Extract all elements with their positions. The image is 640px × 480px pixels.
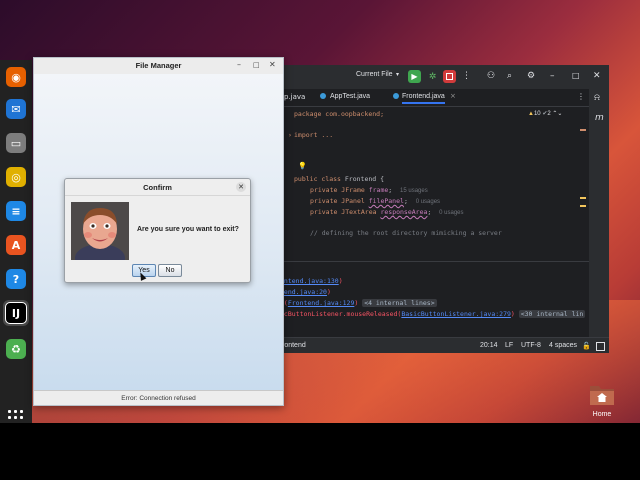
show-apps-icon[interactable] [8, 410, 24, 422]
stacktrace-line: d(Frontend.java:129) <4 internal lines> [280, 299, 437, 307]
thunderbird-icon[interactable]: ✉ [3, 96, 29, 122]
ide-window: Current File ▾ ▶ ✲ ⋮ ⚇ ⌕ ⚙ – □ ✕ p.java … [280, 65, 609, 353]
internal-lines-fold[interactable]: <30 internal lin [518, 310, 586, 318]
run-config-selector[interactable]: Current File [356, 71, 393, 78]
indent-setting[interactable]: 4 spaces [549, 342, 577, 349]
notifications-icon[interactable]: ⍾ [594, 93, 600, 103]
status-label: Error: Connection refused [34, 390, 283, 405]
chevron-down-icon[interactable]: ⌄ [557, 111, 562, 117]
minimize-icon[interactable]: – [550, 70, 555, 82]
search-icon[interactable]: ⌕ [507, 70, 512, 82]
minimize-icon[interactable]: – [237, 60, 241, 69]
code-field-type: private JPanel [310, 197, 369, 205]
internal-lines-fold[interactable]: <4 internal lines> [362, 299, 437, 307]
maven-icon[interactable]: m [595, 113, 604, 123]
fold-icon[interactable]: › [288, 131, 292, 139]
tab-p-java[interactable]: p.java [284, 93, 305, 101]
dialog-title: Confirm [143, 183, 172, 192]
ide-status-bar: rontend 20:14 LF UTF-8 4 spaces 🔓 [280, 337, 609, 353]
stacktrace-line: tend.java:20) [280, 288, 331, 296]
dialog-message: Are you sure you want to exit? [137, 226, 239, 233]
more-icon[interactable]: ⋮ [462, 70, 471, 82]
intellij-icon[interactable]: IJ [3, 300, 29, 326]
memory-indicator-icon[interactable] [596, 342, 605, 351]
code-editor[interactable]: ▲10 ✔2 ⌃⌄ package com.oopbackend; › impor… [280, 107, 589, 243]
letterbox-bar [0, 423, 640, 480]
lock-icon[interactable]: 🔓 [582, 342, 591, 350]
dialog-title-bar[interactable]: Confirm ✕ [65, 179, 250, 196]
tab-close-icon[interactable]: × [450, 92, 456, 100]
home-folder-label[interactable]: Home [584, 411, 620, 418]
ide-toolbar: Current File ▾ ▶ ✲ ⋮ ⚇ ⌕ ⚙ – □ ✕ [280, 65, 609, 89]
run-console[interactable]: ontend.java:130) tend.java:20) d(Fronten… [280, 261, 589, 338]
help-icon[interactable]: ? [3, 266, 29, 292]
writer-icon[interactable]: ≡ [3, 198, 29, 224]
stacktrace-line: icButtonListener.mouseReleased(BasicButt… [280, 310, 586, 318]
maximize-icon[interactable]: □ [253, 61, 260, 69]
editor-tabs: p.java AppTest.java Frontend.java × ⋮ [280, 89, 589, 107]
stacktrace-link[interactable]: tend.java:20 [280, 288, 327, 296]
rhythmbox-icon[interactable]: ◎ [3, 164, 29, 190]
code-field-name: responseArea [380, 208, 428, 216]
right-tool-strip: ⍾ m [589, 89, 609, 353]
file-encoding[interactable]: UTF-8 [521, 342, 541, 349]
home-folder-icon[interactable] [589, 382, 615, 406]
code-field-name: filePanel [368, 197, 404, 205]
app-center-icon[interactable]: A [3, 232, 29, 258]
run-button[interactable]: ▶ [408, 70, 421, 83]
dock: ◉ ✉ ▭ ◎ ≡ A? IJ ♻ [0, 60, 32, 423]
trash-icon[interactable]: ♻ [3, 336, 29, 362]
code-field-name: frame [368, 186, 389, 194]
confirm-dialog: Confirm ✕ Are you sure you want to exit?… [64, 178, 251, 283]
close-icon[interactable]: ✕ [593, 70, 601, 82]
code-field-type: private JTextArea [310, 208, 381, 216]
close-icon[interactable]: ✕ [236, 182, 246, 192]
add-user-icon[interactable]: ⚇ [487, 70, 495, 82]
code-class-keyword: public class [294, 175, 341, 183]
breadcrumb[interactable]: rontend [282, 342, 306, 349]
stop-button[interactable] [443, 70, 456, 83]
title-bar[interactable]: File Manager – □ ✕ [34, 58, 283, 75]
dialog-image [71, 202, 129, 260]
tabs-menu-icon[interactable]: ⋮ [577, 92, 585, 101]
stacktrace-link[interactable]: BasicButtonListener.java:279 [401, 310, 511, 318]
code-field-type: private JFrame [310, 186, 369, 194]
close-icon[interactable]: ✕ [269, 60, 276, 69]
stacktrace-link[interactable]: Frontend.java:129 [288, 299, 355, 307]
desktop: ◉ ✉ ▭ ◎ ≡ A? IJ ♻ Current File ▾ ▶ ✲ ⋮ ⚇ ⌕ ⚙ – … [0, 0, 640, 423]
code-comment: // defining the root directory mimicking… [310, 229, 502, 237]
java-file-icon [320, 93, 326, 99]
java-file-icon [393, 93, 399, 99]
warnings-count: 10 [533, 111, 541, 117]
files-icon[interactable]: ▭ [3, 130, 29, 156]
firefox-icon[interactable]: ◉ [3, 64, 29, 90]
code-import-line: import ... [294, 131, 334, 139]
caret-position[interactable]: 20:14 [480, 342, 498, 349]
code-package-line: package com.oopbackend; [294, 110, 385, 118]
usages-hint[interactable]: 0 usages [439, 210, 463, 216]
code-class-name: Frontend { [344, 175, 385, 183]
debug-button[interactable]: ✲ [426, 70, 439, 83]
line-separator[interactable]: LF [505, 342, 513, 349]
tab-frontend[interactable]: Frontend.java [402, 93, 445, 104]
usages-hint[interactable]: 15 usages [400, 188, 428, 194]
no-button[interactable]: No [158, 264, 182, 277]
gear-icon[interactable]: ⚙ [527, 70, 535, 82]
usages-hint[interactable]: 0 usages [416, 199, 440, 205]
weak-warnings-count: 2 [547, 111, 551, 117]
stacktrace-line: ontend.java:130) [280, 277, 343, 285]
tab-apptest[interactable]: AppTest.java [330, 93, 370, 100]
bulb-icon[interactable]: 💡 [298, 162, 307, 170]
stacktrace-link[interactable]: ontend.java:130 [280, 277, 339, 285]
window-title: File Manager [135, 61, 182, 70]
maximize-icon[interactable]: □ [572, 70, 580, 82]
chevron-down-icon[interactable]: ▾ [396, 71, 399, 78]
